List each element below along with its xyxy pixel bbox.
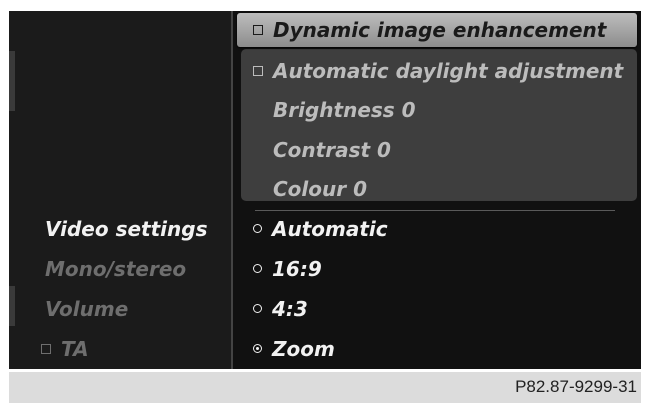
divider <box>255 210 615 211</box>
checkbox-icon <box>253 65 263 76</box>
menu-item-label: Video settings <box>45 217 208 241</box>
option-zoom[interactable]: Zoom <box>253 337 335 361</box>
option-automatic[interactable]: Automatic <box>253 217 388 241</box>
display-screen: Video settings Mono/stereo Volume TA Dyn… <box>9 11 641 369</box>
option-4-3[interactable]: 4:3 <box>253 297 308 321</box>
menu-item-mono-stereo[interactable]: Mono/stereo <box>45 257 186 281</box>
option-label: 4:3 <box>272 297 308 321</box>
menu-item-ta[interactable]: TA <box>41 337 89 361</box>
edge-tab-lower <box>9 286 15 326</box>
menu-item-video-settings[interactable]: Video settings <box>45 217 207 241</box>
menu-item-label: Mono/stereo <box>45 257 187 281</box>
option-contrast[interactable]: Contrast 0 <box>273 138 391 162</box>
option-label: Zoom <box>272 337 335 361</box>
option-16-9[interactable]: 16:9 <box>253 257 322 281</box>
checkbox-icon <box>253 24 263 35</box>
checkbox-icon <box>41 343 51 354</box>
figure-code: P82.87-9299-31 <box>515 377 637 396</box>
option-colour[interactable]: Colour 0 <box>273 177 367 201</box>
figure-caption-bar: P82.87-9299-31 <box>9 372 641 403</box>
video-settings-panel: Dynamic image enhancement Automatic dayl… <box>233 11 641 369</box>
option-label: Brightness 0 <box>273 98 416 122</box>
option-label: Dynamic image enhancement <box>273 18 607 42</box>
radio-icon <box>253 264 262 273</box>
left-menu-column: Video settings Mono/stereo Volume TA <box>9 11 231 369</box>
radio-icon <box>253 224 262 233</box>
option-automatic-daylight-adjustment[interactable]: Automatic daylight adjustment <box>253 59 623 83</box>
menu-item-label: TA <box>61 337 89 361</box>
radio-icon <box>253 304 262 313</box>
option-label: Automatic <box>272 217 388 241</box>
option-label: Colour 0 <box>273 177 367 201</box>
option-label: 16:9 <box>272 257 322 281</box>
edge-tab-upper <box>9 51 15 111</box>
menu-item-volume[interactable]: Volume <box>45 297 128 321</box>
menu-item-label: Volume <box>45 297 129 321</box>
radio-selected-icon <box>253 344 262 353</box>
option-brightness[interactable]: Brightness 0 <box>273 98 416 122</box>
option-dynamic-image-enhancement[interactable]: Dynamic image enhancement <box>253 18 606 42</box>
option-label: Contrast 0 <box>273 138 391 162</box>
option-label: Automatic daylight adjustment <box>273 59 624 83</box>
